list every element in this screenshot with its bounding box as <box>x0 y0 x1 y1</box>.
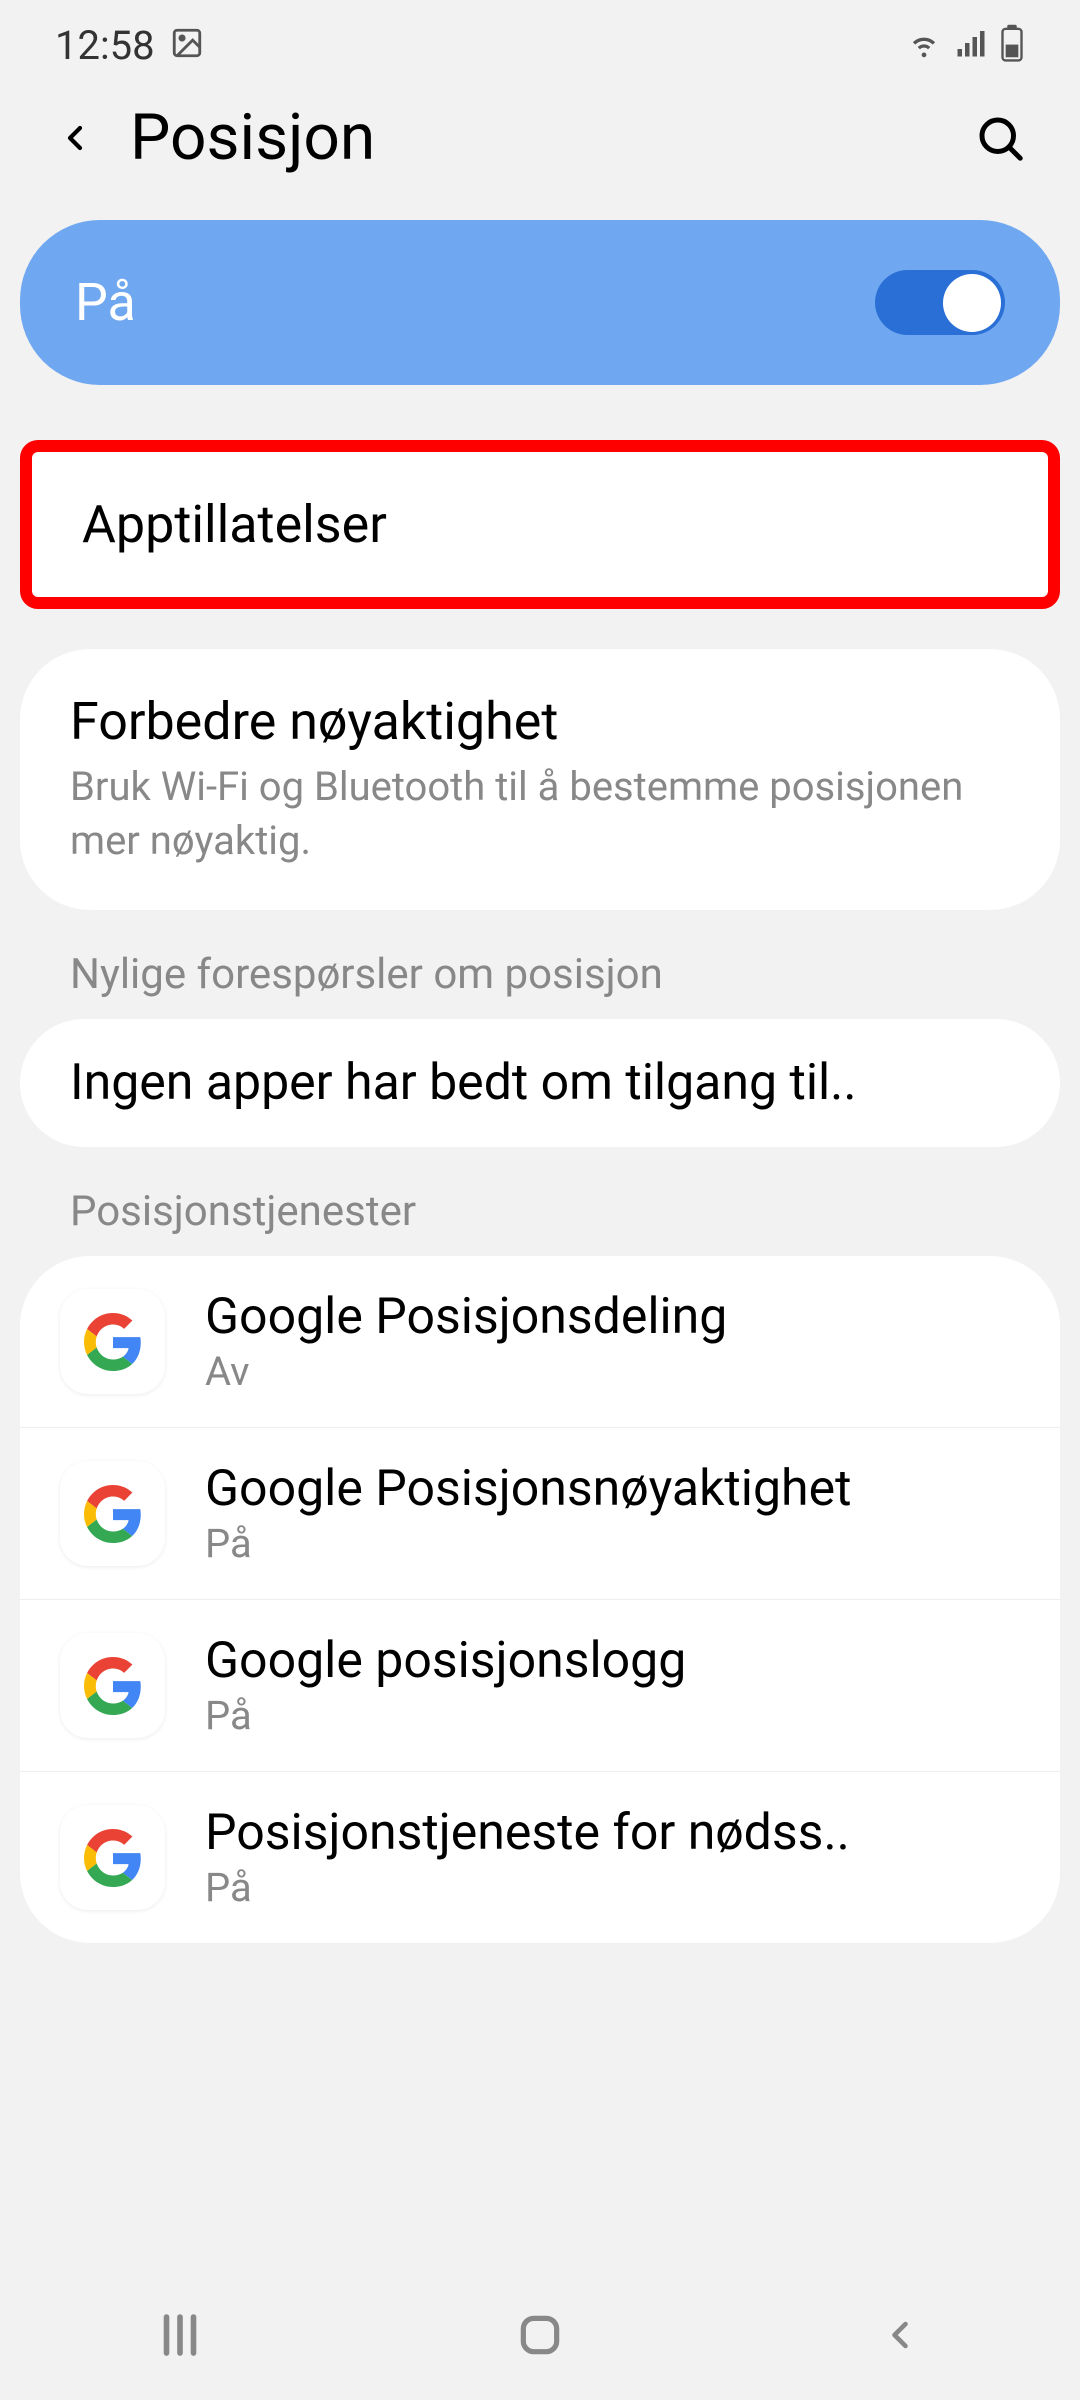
service-title: Google Posisjonsnøyaktighet <box>205 1460 851 1518</box>
status-time: 12:58 <box>55 22 155 69</box>
battery-icon <box>999 24 1025 66</box>
nav-recents-button[interactable] <box>120 2305 240 2365</box>
google-icon <box>60 1805 165 1910</box>
search-icon <box>973 111 1027 165</box>
nav-back-button[interactable] <box>840 2305 960 2365</box>
screenshot-icon <box>170 26 204 64</box>
location-services-list: Google Posisjonsdeling Av Google Posisjo… <box>20 1256 1060 1943</box>
improve-accuracy-sub: Bruk Wi-Fi og Bluetooth til å bestemme p… <box>70 760 1010 868</box>
status-right <box>905 24 1025 66</box>
service-title: Google posisjonslogg <box>205 1632 686 1690</box>
google-icon <box>60 1461 165 1566</box>
service-status: På <box>205 1692 686 1739</box>
status-bar: 12:58 <box>0 0 1080 90</box>
page-title: Posisjon <box>130 100 970 175</box>
chevron-left-icon <box>878 2313 922 2357</box>
recents-icon <box>153 2308 207 2362</box>
location-master-toggle-card[interactable]: På <box>20 220 1060 385</box>
service-title: Google Posisjonsdeling <box>205 1288 727 1346</box>
app-permissions-label: Apptillatelser <box>82 494 998 555</box>
search-button[interactable] <box>970 108 1030 168</box>
service-status: Av <box>205 1348 727 1395</box>
service-google-location-accuracy[interactable]: Google Posisjonsnøyaktighet På <box>20 1428 1060 1600</box>
improve-accuracy-row[interactable]: Forbedre nøyaktighet Bruk Wi-Fi og Bluet… <box>20 649 1060 910</box>
back-button[interactable] <box>50 113 100 163</box>
toggle-knob <box>943 274 1001 332</box>
app-permissions-row[interactable]: Apptillatelser <box>20 440 1060 609</box>
recent-requests-row[interactable]: Ingen apper har bedt om tilgang til.. <box>20 1019 1060 1147</box>
nav-home-button[interactable] <box>480 2305 600 2365</box>
service-google-location-history[interactable]: Google posisjonslogg På <box>20 1600 1060 1772</box>
recent-requests-section-label: Nylige forespørsler om posisjon <box>20 950 1060 1019</box>
wifi-icon <box>905 24 943 66</box>
improve-accuracy-title: Forbedre nøyaktighet <box>70 691 1010 752</box>
service-status: På <box>205 1520 851 1567</box>
home-icon <box>515 2310 565 2360</box>
chevron-left-icon <box>55 108 95 168</box>
location-services-section-label: Posisjonstjenester <box>20 1187 1060 1256</box>
service-emergency-location[interactable]: Posisjonstjeneste for nødss.. På <box>20 1772 1060 1943</box>
signal-icon <box>953 25 989 65</box>
service-status: På <box>205 1864 850 1911</box>
google-icon <box>60 1633 165 1738</box>
status-left: 12:58 <box>55 22 204 69</box>
navigation-bar <box>0 2270 1080 2400</box>
service-title: Posisjonstjeneste for nødss.. <box>205 1804 850 1862</box>
google-icon <box>60 1289 165 1394</box>
header: Posisjon <box>0 90 1080 220</box>
location-toggle-switch[interactable] <box>875 270 1005 335</box>
recent-requests-text: Ingen apper har bedt om tilgang til.. <box>70 1054 1010 1112</box>
toggle-label: På <box>75 272 136 333</box>
service-google-location-sharing[interactable]: Google Posisjonsdeling Av <box>20 1256 1060 1428</box>
